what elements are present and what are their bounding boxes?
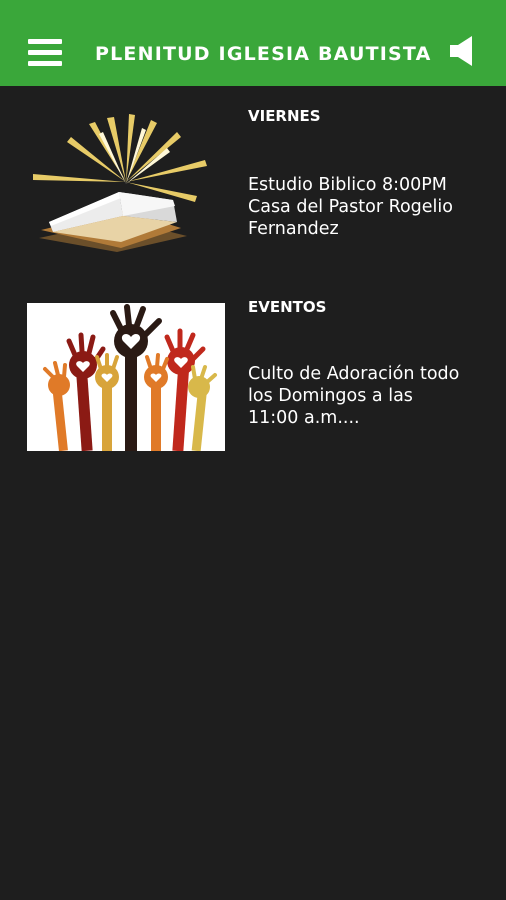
app-title: PLENITUD IGLESIA BAUTISTA: [95, 43, 432, 65]
app-header: PLENITUD IGLESIA BAUTISTA: [0, 0, 506, 86]
item-heading: VIERNES: [248, 107, 321, 125]
open-bible-image: [33, 114, 207, 252]
raised-hands-image: [27, 303, 225, 451]
item-description: Estudio Biblico 8:00PM Casa del Pastor R…: [248, 175, 453, 239]
list-item-viernes[interactable]: VIERNES Estudio Biblico 8:00PM Casa del …: [0, 100, 506, 260]
speaker-icon[interactable]: [448, 34, 478, 68]
item-description: Culto de Adoración todo los Domingos a l…: [248, 364, 460, 428]
item-heading: EVENTOS: [248, 298, 327, 316]
hamburger-menu-icon[interactable]: [28, 39, 62, 67]
list-item-eventos[interactable]: EVENTOS Culto de Adoración todo los Domi…: [0, 295, 506, 465]
